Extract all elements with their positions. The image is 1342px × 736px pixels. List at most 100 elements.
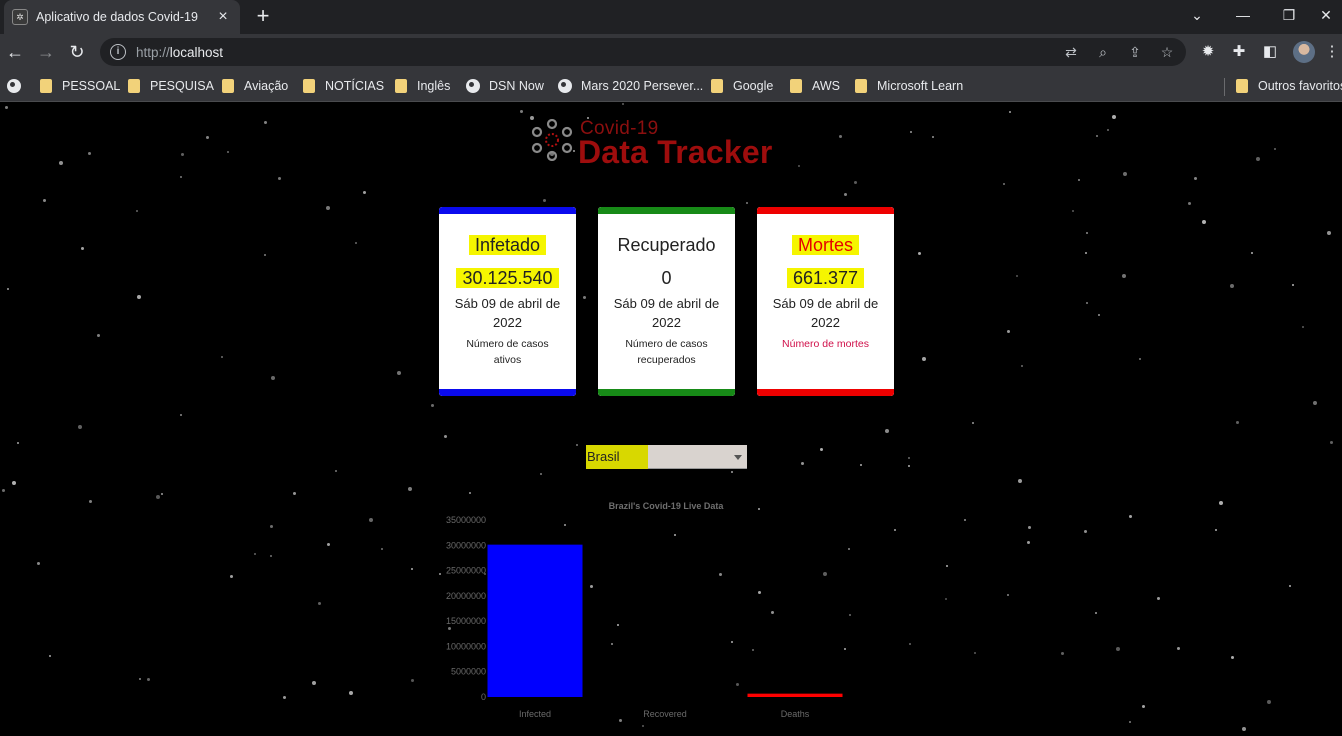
country-select[interactable]: Brasil	[586, 445, 747, 469]
star-dot	[1274, 148, 1276, 150]
new-tab-button[interactable]: +	[251, 4, 275, 28]
card-title: Infetado	[439, 235, 576, 256]
star-dot	[1018, 479, 1022, 483]
star-dot	[17, 442, 19, 444]
covid-bar-chart: Brazil's Covid-19 Live Data 0 5000000 10000…	[446, 501, 843, 719]
menu-icon[interactable]: ⋮	[1322, 42, 1342, 62]
address-bar[interactable]: i http://localhost ⇄ ⌕ ⇪ ☆	[100, 38, 1186, 66]
star-dot	[1139, 358, 1141, 360]
y-tick-label: 20000000	[446, 591, 486, 601]
bookmark-item[interactable]: Mars 2020 Persever...	[558, 76, 703, 96]
star-dot	[264, 254, 266, 256]
y-tick-label: 35000000	[446, 515, 486, 525]
star-dot	[397, 371, 401, 375]
card-description: Número de casos recuperados	[625, 338, 708, 366]
x-tick-label: Deaths	[781, 709, 810, 719]
star-dot	[43, 199, 46, 202]
star-dot	[932, 136, 934, 138]
star-dot	[147, 678, 150, 681]
zoom-icon[interactable]: ⌕	[1094, 43, 1112, 61]
globe-icon	[558, 79, 572, 93]
star-dot	[469, 492, 471, 494]
star-dot	[1215, 529, 1217, 531]
bookmark-label: PESSOAL	[62, 79, 121, 93]
bookmark-label: DSN Now	[489, 79, 544, 93]
bookmark-item[interactable]: PESQUISA	[128, 76, 214, 96]
bookmark-star-icon[interactable]: ☆	[1158, 43, 1176, 61]
card-value: 30.125.540	[439, 268, 576, 289]
bookmarks-bar: PESSOAL PESQUISA Aviação NOTÍCIAS Inglês…	[0, 70, 1342, 102]
bar-deaths	[747, 693, 843, 697]
star-dot	[278, 177, 281, 180]
share-icon[interactable]: ⇪	[1126, 43, 1144, 61]
bookmark-item[interactable]: PESSOAL	[40, 76, 120, 96]
star-dot	[227, 151, 229, 153]
extensions-puzzle-icon[interactable]: ✚	[1229, 42, 1249, 62]
star-dot	[1313, 401, 1317, 405]
bookmark-label: PESQUISA	[150, 79, 214, 93]
close-window-button[interactable]: ✕	[1310, 0, 1342, 30]
card-title: Mortes	[757, 235, 894, 256]
profile-avatar[interactable]	[1293, 41, 1315, 63]
site-info-icon[interactable]: i	[110, 44, 126, 60]
close-tab-icon[interactable]: ×	[214, 8, 232, 26]
star-dot	[97, 334, 100, 337]
reload-button[interactable]: ↻	[65, 40, 89, 64]
star-dot	[1202, 220, 1206, 224]
star-dot	[349, 691, 353, 695]
x-tick-label: Infected	[519, 709, 551, 719]
browser-tab[interactable]: ✲ Aplicativo de dados Covid-19 ×	[4, 0, 240, 34]
star-dot	[622, 103, 624, 105]
star-dot	[844, 193, 847, 196]
star-dot	[974, 652, 976, 654]
card-bottom-accent	[598, 389, 735, 396]
star-dot	[1157, 597, 1160, 600]
browser-tab-strip: ✲ Aplicativo de dados Covid-19 × + ⌄ — ❐…	[0, 0, 1342, 34]
star-dot	[583, 296, 586, 299]
star-dot	[270, 555, 272, 557]
apps-icon[interactable]	[7, 76, 30, 96]
star-dot	[918, 252, 921, 255]
folder-icon	[128, 79, 140, 93]
recovered-card: Recuperado 0 Sáb 09 de abril de 2022 Núm…	[598, 207, 735, 396]
card-title: Recuperado	[617, 235, 716, 255]
star-dot	[355, 242, 357, 244]
star-dot	[1236, 421, 1239, 424]
star-dot	[1098, 314, 1100, 316]
star-dot	[312, 681, 316, 685]
bookmark-item[interactable]: Microsoft Learn	[855, 76, 963, 96]
bookmark-item[interactable]: Inglês	[395, 76, 450, 96]
card-date: Sáb 09 de abril de 2022	[772, 296, 879, 330]
star-dot	[1177, 647, 1180, 650]
side-panel-icon[interactable]: ◧	[1260, 42, 1280, 62]
star-dot	[642, 725, 644, 727]
y-tick-label: 10000000	[446, 641, 486, 651]
page-viewport: Covid-19 Data Tracker Infetado 30.125.54…	[0, 103, 1342, 736]
url-text[interactable]: http://localhost	[136, 45, 223, 60]
bookmark-item[interactable]: AWS	[790, 76, 840, 96]
star-dot	[908, 457, 910, 459]
minimize-button[interactable]: —	[1220, 0, 1266, 30]
star-dot	[910, 131, 912, 133]
star-dot	[89, 500, 92, 503]
virus-logo-icon	[531, 119, 573, 161]
restore-button[interactable]: ❐	[1266, 0, 1312, 30]
bookmark-item[interactable]: Aviação	[222, 76, 288, 96]
star-dot	[156, 495, 160, 499]
bookmark-item[interactable]: NOTÍCIAS	[303, 76, 384, 96]
star-dot	[318, 602, 321, 605]
app-logo: Covid-19 Data Tracker	[531, 117, 801, 170]
bookmark-item[interactable]: DSN Now	[466, 76, 544, 96]
star-dot	[88, 152, 91, 155]
star-dot	[139, 678, 141, 680]
tab-search-chevron-icon[interactable]: ⌄	[1174, 0, 1220, 30]
other-bookmarks[interactable]: Outros favoritos	[1236, 76, 1342, 96]
translate-icon[interactable]: ⇄	[1062, 43, 1080, 61]
extension-gear-icon[interactable]: ✹	[1198, 42, 1218, 62]
star-dot	[136, 210, 138, 212]
y-tick-label: 5000000	[451, 667, 486, 677]
bookmark-item[interactable]: Google	[711, 76, 773, 96]
back-button[interactable]: ←	[3, 40, 27, 64]
forward-button[interactable]: →	[34, 40, 58, 64]
star-dot	[408, 487, 412, 491]
